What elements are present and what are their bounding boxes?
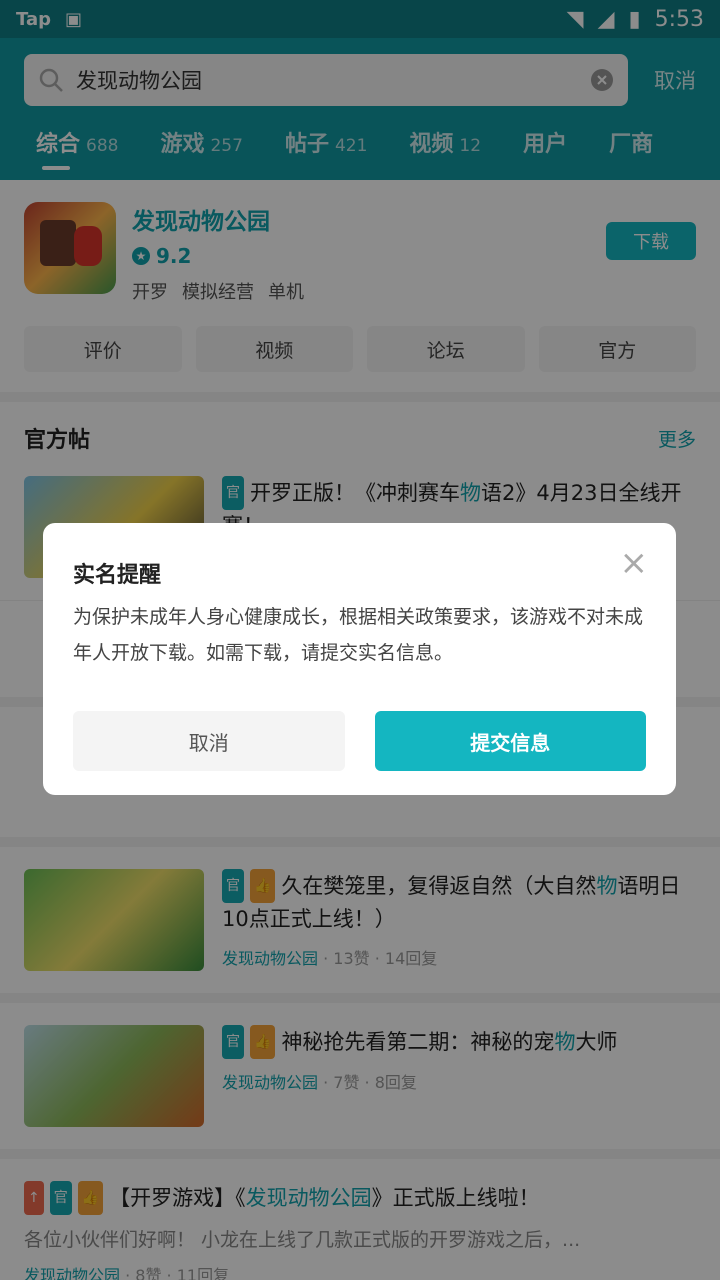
dialog-title: 实名提醒 xyxy=(73,563,162,588)
dialog-message: 为保护未成年人身心健康成长，根据相关政策要求，该游戏不对未成年人开放下载。如需下… xyxy=(73,606,644,664)
close-icon[interactable]: × xyxy=(620,546,649,580)
dialog-submit-button[interactable]: 提交信息 xyxy=(374,711,646,771)
real-name-dialog: × 实名提醒 为保护未成年人身心健康成长，根据相关政策要求，该游戏不对未成年人开… xyxy=(43,523,676,795)
dialog-cancel-button[interactable]: 取消 xyxy=(73,711,345,771)
